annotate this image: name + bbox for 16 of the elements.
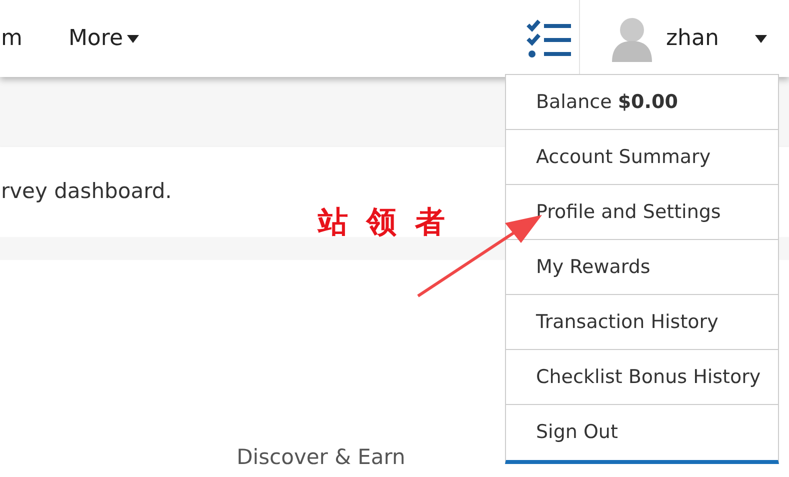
user-menu-toggle[interactable]: zhan <box>580 16 789 62</box>
menu-item[interactable]: Sign Out <box>506 405 778 460</box>
section-heading: Discover & Earn <box>236 444 406 470</box>
menu-item[interactable]: Account Summary <box>506 130 778 185</box>
more-menu-link[interactable]: More <box>68 22 139 55</box>
menu-item[interactable]: Balance $0.00 <box>506 75 778 130</box>
menu-item[interactable]: My Rewards <box>506 240 778 295</box>
menu-item[interactable]: Checklist Bonus History <box>506 350 778 405</box>
notice-text: rvey dashboard. <box>1 178 172 206</box>
menu-item[interactable]: Transaction History <box>506 295 778 350</box>
annotation-text: 站 领 者 <box>318 204 449 242</box>
caret-icon <box>754 34 767 42</box>
checklist-icon[interactable] <box>526 18 571 58</box>
nav-link[interactable]: m <box>1 22 22 55</box>
caret-icon <box>126 34 139 42</box>
avatar-icon <box>610 16 654 62</box>
